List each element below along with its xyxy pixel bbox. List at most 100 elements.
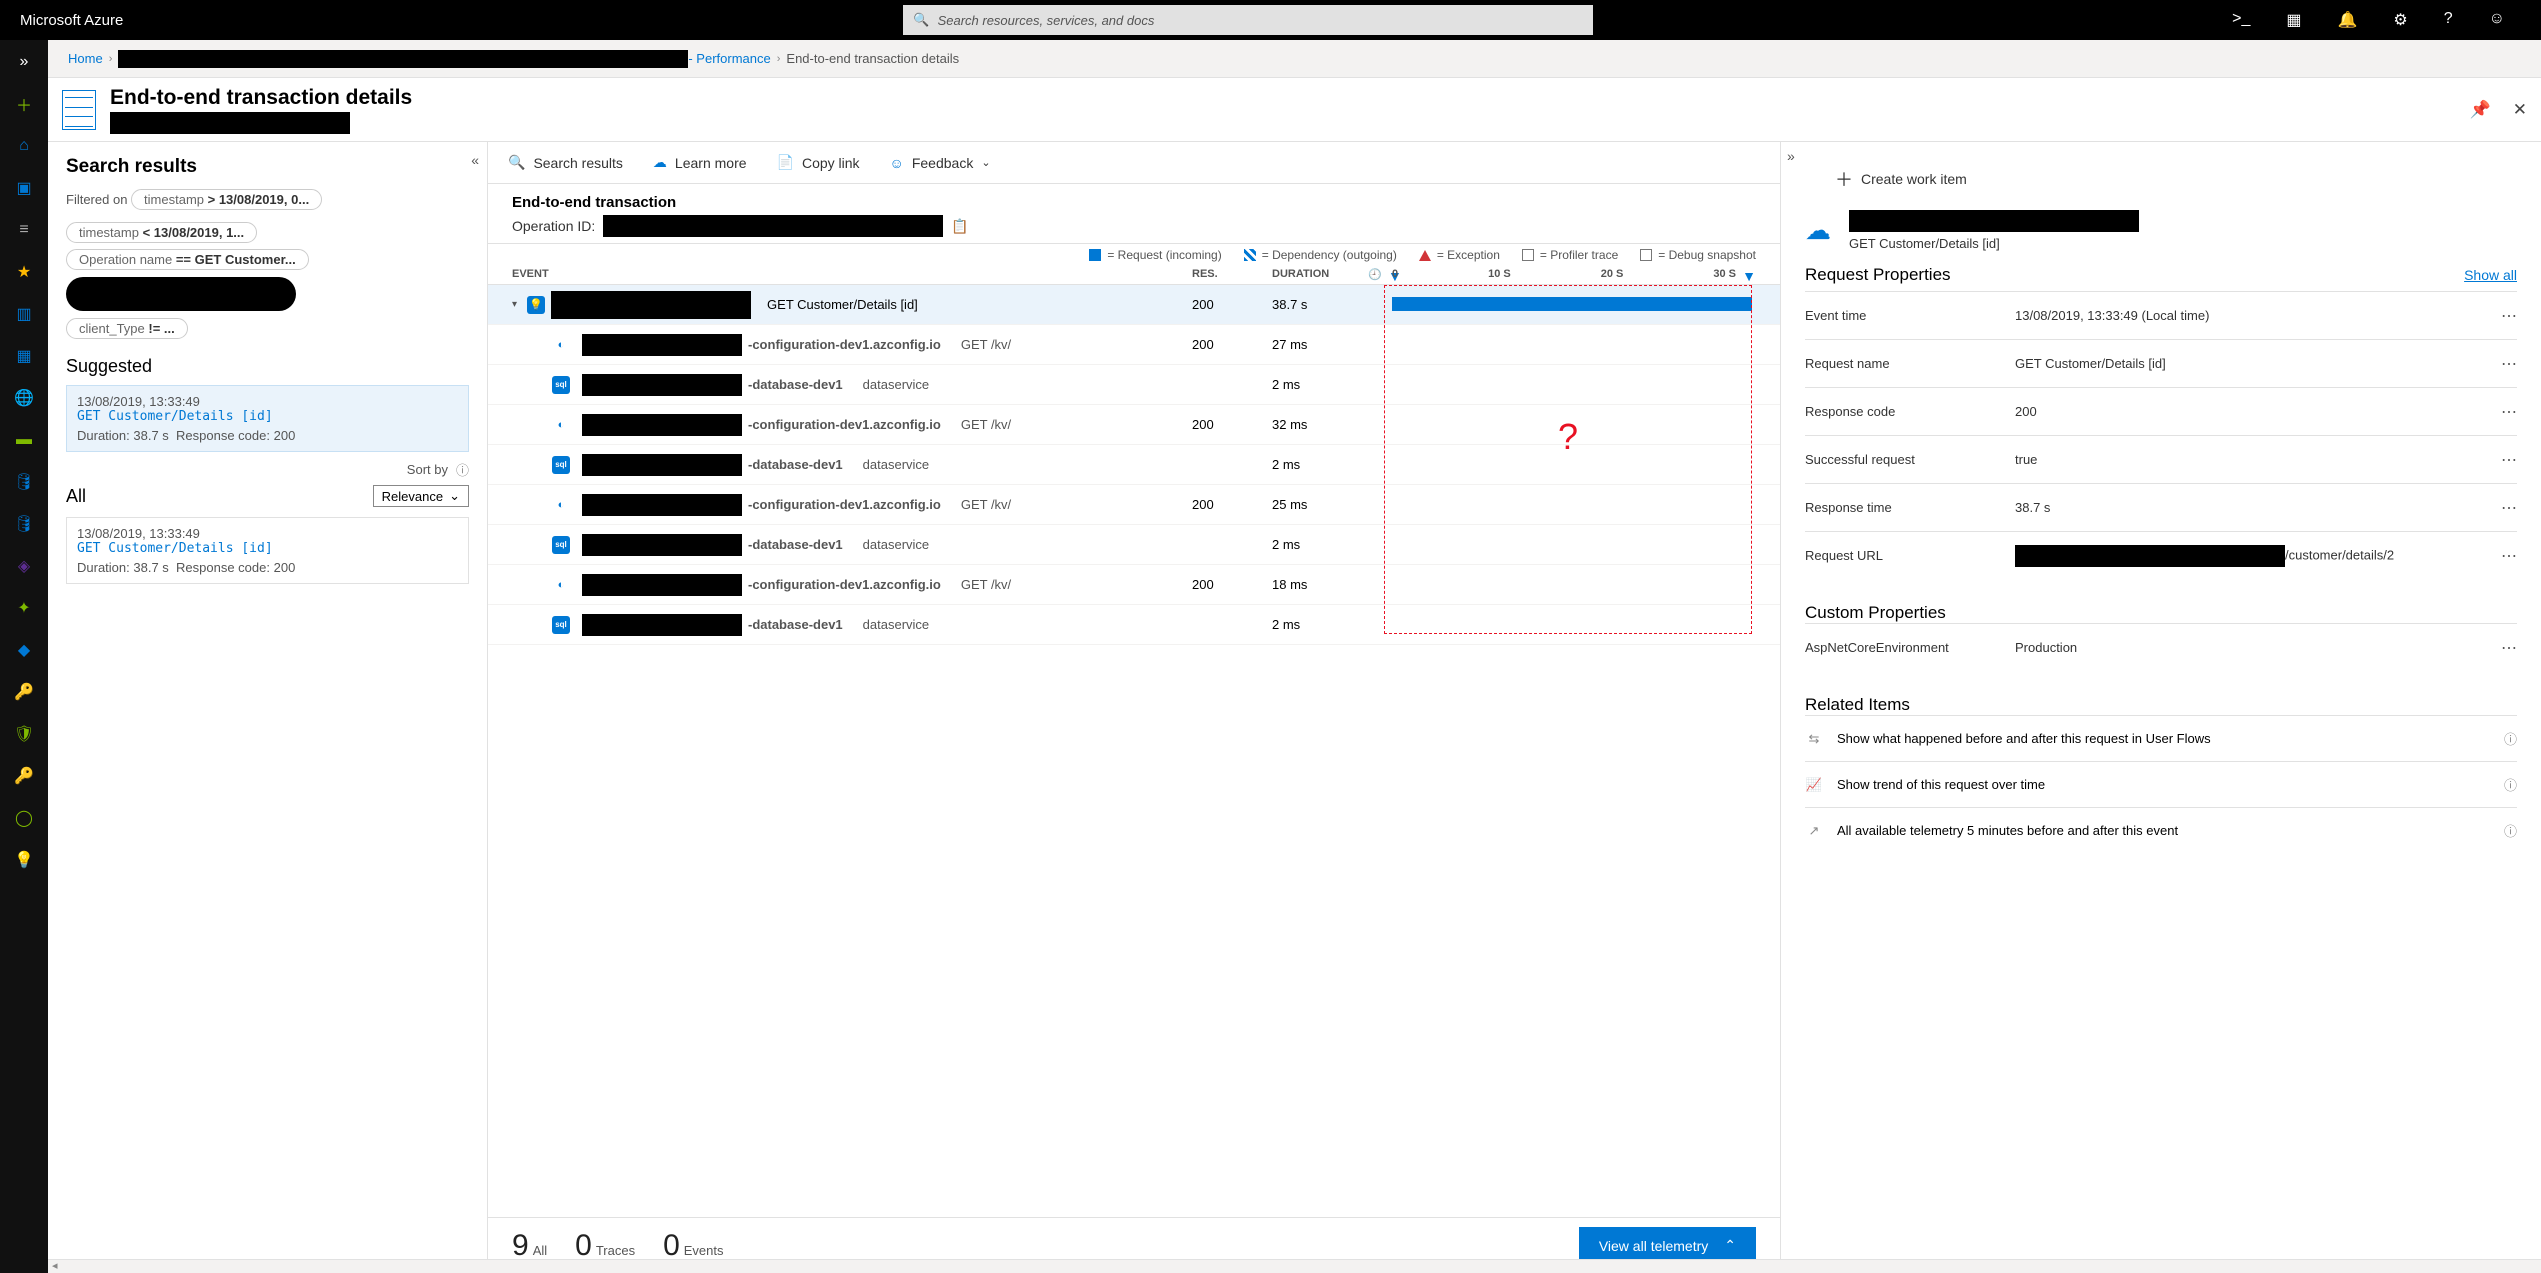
top-icons: >_ ▦ 🔔 ⚙ ? ☺	[2196, 10, 2541, 30]
sql-icon: sql	[552, 376, 570, 394]
related-item-row[interactable]: ↗All available telemetry 5 minutes befor…	[1805, 807, 2517, 853]
all-services-icon[interactable]: ≡	[12, 218, 36, 242]
feedback-icon[interactable]: ☺	[2489, 10, 2505, 30]
service-name-redacted	[551, 291, 751, 319]
related-items-title: Related Items	[1805, 695, 2517, 715]
all-section-title: All	[66, 486, 86, 507]
security-icon[interactable]: 🛡	[12, 722, 36, 746]
app-insights-icon: 💡	[527, 296, 545, 314]
host-prefix-redacted	[582, 574, 742, 596]
filter-pill[interactable]: Operation name == GET Customer...	[66, 249, 309, 270]
more-actions-icon[interactable]: ⋯	[2501, 354, 2517, 374]
filter-icon-right[interactable]: ▼	[1742, 268, 1756, 284]
cosmos-icon[interactable]: ◈	[12, 554, 36, 578]
transaction-panel: 🔍Search results ☁Learn more 📄Copy link ☺…	[488, 142, 1781, 1273]
search-icon: 🔍	[913, 12, 929, 28]
advisor-icon[interactable]: ◯	[12, 806, 36, 830]
host-prefix-redacted	[582, 454, 742, 476]
host-prefix-redacted	[582, 534, 742, 556]
dashboard-icon[interactable]: ▣	[12, 176, 36, 200]
function-icon[interactable]: ✦	[12, 596, 36, 620]
filter-pill[interactable]: timestamp > 13/08/2019, 0...	[131, 189, 322, 210]
add-resource-icon[interactable]: ＋	[12, 92, 36, 116]
properties-panel: » ＋ Create work item ☁ GET Customer/Deta…	[1781, 142, 2541, 1273]
sort-info-icon[interactable]: ⓘ	[456, 460, 469, 479]
filter-pill[interactable]: client_Type != ...	[66, 318, 188, 339]
search-results-button[interactable]: 🔍Search results	[508, 154, 623, 171]
create-work-item-button[interactable]: ＋ Create work item	[1835, 166, 2517, 192]
related-item-row[interactable]: 📈Show trend of this request over timeⓘ	[1805, 761, 2517, 807]
more-actions-icon[interactable]: ⋯	[2501, 402, 2517, 422]
filter-pill[interactable]: timestamp < 13/08/2019, 1...	[66, 222, 257, 243]
app-services-icon[interactable]: 🌐	[12, 386, 36, 410]
more-actions-icon[interactable]: ⋯	[2501, 306, 2517, 326]
transaction-main-row[interactable]: ▾ 💡 GET Customer/Details [id] 200 38.7 s…	[488, 285, 1780, 325]
expand-properties-button[interactable]: »	[1787, 148, 1795, 164]
notifications-icon[interactable]: 🔔	[2337, 10, 2357, 30]
request-identifier: GET Customer/Details [id]	[1849, 236, 2139, 251]
result-card[interactable]: 13/08/2019, 13:33:49 GET Customer/Detail…	[66, 385, 469, 452]
operation-id-redacted	[603, 215, 943, 237]
dependency-legend-icon	[1244, 249, 1256, 261]
global-search-box[interactable]: 🔍 Search resources, services, and docs	[903, 5, 1593, 35]
copy-link-button[interactable]: 📄Copy link	[777, 154, 860, 171]
related-item-row[interactable]: ⇆Show what happened before and after thi…	[1805, 715, 2517, 761]
more-actions-icon[interactable]: ⋯	[2501, 498, 2517, 518]
missing-timeline-question-icon: ?	[1558, 416, 1578, 458]
search-placeholder: Search resources, services, and docs	[938, 13, 1155, 28]
directory-filter-icon[interactable]: ▦	[2286, 10, 2301, 30]
show-all-link[interactable]: Show all	[2464, 267, 2517, 283]
azure-config-icon: ◐	[552, 416, 570, 434]
keyvault-key1-icon[interactable]: 🔑	[12, 680, 36, 704]
more-actions-icon[interactable]: ⋯	[2501, 546, 2517, 566]
collapse-panel-button[interactable]: «	[471, 152, 479, 168]
close-button[interactable]: ✕	[2513, 100, 2527, 120]
app-insights-icon[interactable]: 💡	[12, 848, 36, 872]
vnet-icon[interactable]: ◆	[12, 638, 36, 662]
sort-by-label: Sort by	[407, 462, 448, 477]
transaction-title: End-to-end transaction	[512, 194, 1756, 211]
help-icon[interactable]: ?	[2444, 10, 2453, 30]
clock-icon[interactable]: 🕘	[1368, 268, 1382, 281]
storage-icon[interactable]: ▬	[12, 428, 36, 452]
sql-server-icon[interactable]: 🛢	[12, 512, 36, 536]
learn-more-button[interactable]: ☁Learn more	[653, 154, 747, 171]
breadcrumb-performance[interactable]: - Performance	[688, 51, 770, 66]
keyvault-key2-icon[interactable]: 🔑	[12, 764, 36, 788]
plus-icon: ＋	[1835, 166, 1853, 192]
filter-pill-redacted[interactable]	[66, 277, 296, 311]
breadcrumb-home[interactable]: Home	[68, 51, 103, 66]
all-resources-icon[interactable]: ▦	[12, 344, 36, 368]
page-title: End-to-end transaction details	[110, 86, 412, 110]
search-icon: 🔍	[508, 154, 525, 171]
sql-icon: sql	[552, 616, 570, 634]
breadcrumb-current: End-to-end transaction details	[786, 51, 959, 66]
home-icon[interactable]: ⌂	[12, 134, 36, 158]
info-icon[interactable]: ⓘ	[2504, 729, 2517, 748]
url-prefix-redacted	[2015, 545, 2285, 567]
azure-config-icon: ◐	[552, 496, 570, 514]
host-prefix-redacted	[582, 414, 742, 436]
related-item-icon: 📈	[1805, 777, 1823, 793]
info-icon[interactable]: ⓘ	[2504, 775, 2517, 794]
sort-select[interactable]: Relevance ⌄	[373, 485, 469, 507]
horizontal-scrollbar[interactable]: ◂	[48, 1259, 2541, 1273]
feedback-button[interactable]: ☺Feedback ⌄	[890, 155, 991, 171]
info-icon[interactable]: ⓘ	[2504, 821, 2517, 840]
copy-opid-icon[interactable]: 📋	[951, 218, 968, 235]
settings-icon[interactable]: ⚙	[2393, 10, 2407, 30]
resource-groups-icon[interactable]: ▥	[12, 302, 36, 326]
property-row: Response time38.7 s⋯	[1805, 483, 2517, 531]
more-actions-icon[interactable]: ⋯	[2501, 450, 2517, 470]
chevron-down-icon[interactable]: ▾	[512, 299, 517, 310]
more-actions-icon[interactable]: ⋯	[2501, 638, 2517, 658]
cloud-shell-icon[interactable]: >_	[2232, 10, 2250, 30]
result-card[interactable]: 13/08/2019, 13:33:49 GET Customer/Detail…	[66, 517, 469, 584]
property-row: Request URL/customer/details/2⋯	[1805, 531, 2517, 579]
property-row: Successful requesttrue⋯	[1805, 435, 2517, 483]
favorites-star-icon[interactable]: ★	[12, 260, 36, 284]
expand-nav-button[interactable]: »	[12, 50, 36, 74]
pin-button[interactable]: 📌	[2470, 100, 2491, 120]
sql-db-icon[interactable]: 🛢	[12, 470, 36, 494]
exception-legend-icon	[1419, 250, 1431, 261]
